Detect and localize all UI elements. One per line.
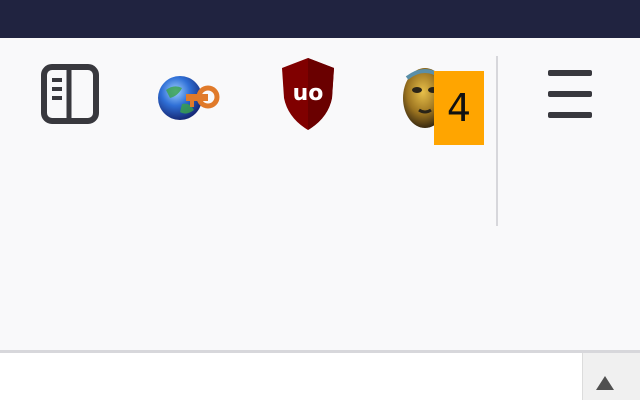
title-bar	[0, 0, 640, 38]
sidebar-icon	[39, 58, 101, 130]
page-content-area[interactable]	[0, 353, 582, 400]
ublock-icon-text: uo	[293, 81, 324, 106]
sidebar-toggle-button[interactable]	[34, 58, 106, 130]
extension-badge-count: 4	[434, 71, 484, 145]
ublock-origin-button[interactable]: uo	[272, 58, 344, 130]
ublock-shield-icon: uo	[278, 54, 338, 134]
toolbar-separator	[496, 56, 498, 226]
extension-globe-key-button[interactable]	[152, 58, 224, 130]
scroll-up-arrow-icon[interactable]	[596, 376, 614, 390]
globe-key-icon	[152, 58, 224, 130]
open-menu-button[interactable]	[534, 58, 606, 130]
hamburger-menu-icon	[544, 58, 596, 130]
